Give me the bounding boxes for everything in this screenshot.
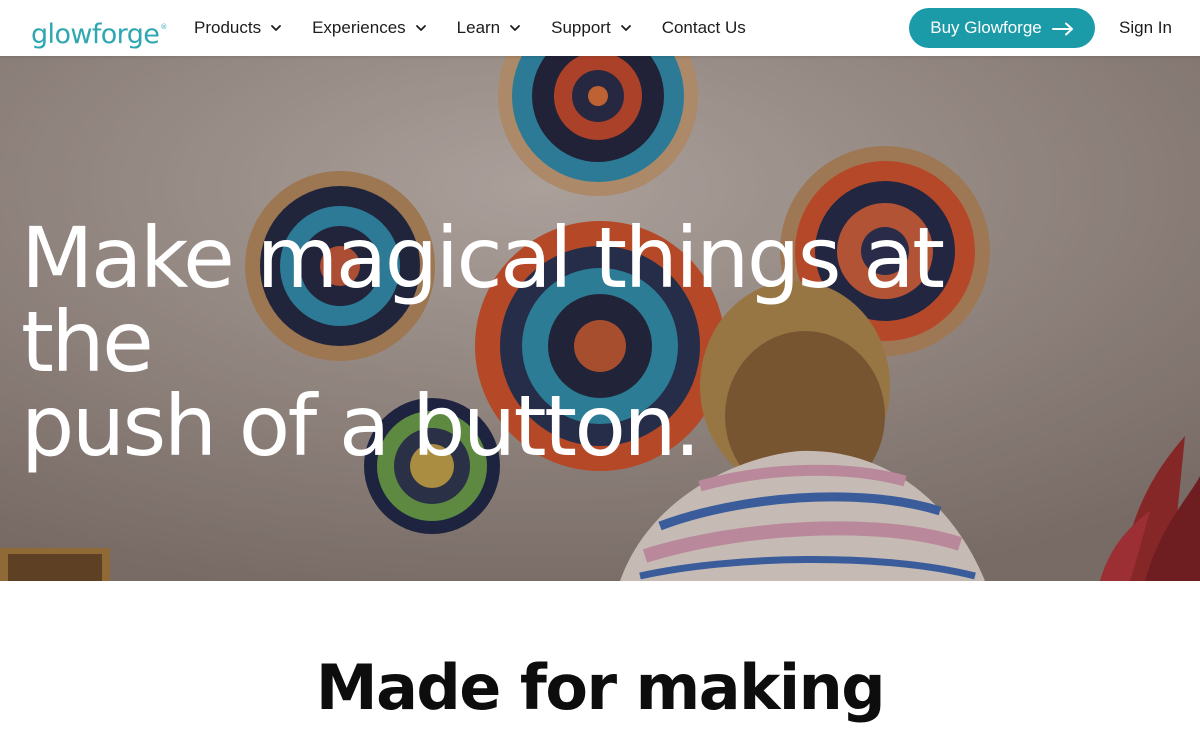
arrow-right-icon [1051,21,1074,36]
nav-item-contact-us[interactable]: Contact Us [662,18,746,38]
chevron-down-icon [270,22,282,34]
nav-item-support[interactable]: Support [551,18,632,38]
hero-title: Make magical things at the push of a but… [21,216,1071,468]
nav-item-products[interactable]: Products [194,18,282,38]
hero-title-line: push of a button. [21,377,701,475]
hero-title-line: Make magical things at the [21,209,945,391]
nav-item-learn[interactable]: Learn [457,18,521,38]
hero-banner: Make magical things at the push of a but… [0,56,1200,581]
nav-item-label: Support [551,18,611,37]
chevron-down-icon [415,22,427,34]
nav-item-label: Products [194,18,262,37]
glowforge-logo[interactable]: glowforge® [31,10,167,50]
main-menu: Products Experiences Learn Support Conta… [194,0,746,56]
nav-item-experiences[interactable]: Experiences [312,18,427,38]
sign-in-link[interactable]: Sign In [1119,18,1172,38]
chevron-down-icon [509,22,521,34]
logo-text: glowforge [31,19,160,50]
section-title: Made for making [315,651,886,724]
nav-item-label: Contact Us [661,18,746,37]
nav-item-label: Experiences [312,18,406,37]
top-navigation: glowforge® Products Experiences Learn Su… [0,0,1200,56]
chevron-down-icon [620,22,632,34]
logo-registered-mark: ® [160,23,167,31]
buy-glowforge-button[interactable]: Buy Glowforge [909,8,1095,48]
buy-button-label: Buy Glowforge [930,18,1042,37]
nav-item-label: Learn [456,18,501,37]
